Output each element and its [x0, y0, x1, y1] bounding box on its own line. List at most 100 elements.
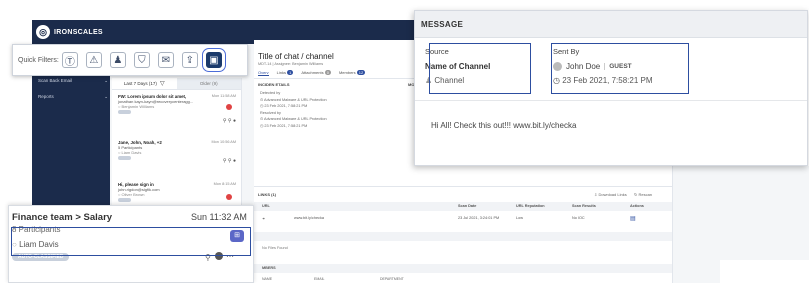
members-header: MBERS [262, 266, 276, 270]
column-header: Actions [630, 204, 644, 208]
tab-count: 0 [324, 70, 331, 75]
tab-overview[interactable]: Overv [258, 70, 269, 76]
upload-filter-button[interactable]: ⇪ [181, 52, 198, 68]
column-header: NAME [262, 277, 273, 281]
button-label: Rescan [638, 192, 653, 197]
links-header: LINKS (1) [258, 192, 276, 197]
detected-value: Advanced Malware & URL Protection [264, 97, 327, 102]
item-time: Mon 10:56 AM [211, 140, 236, 144]
item-person: Benjamin Williams [121, 104, 155, 109]
members-table-columns: NAME EMAIL DEPARTMENT [254, 277, 672, 283]
link-icon: ⚭ [262, 217, 266, 221]
item-person: Oliver Brown [121, 192, 145, 197]
message-body: Hi All! Check this out!!! www.bit.ly/che… [431, 121, 577, 130]
item-time: Mon 8:15 AM [213, 182, 236, 186]
highlight-source [429, 43, 531, 94]
tab-label: Older (9) [199, 81, 218, 86]
alert-icon [226, 194, 232, 200]
alert-icon [226, 104, 232, 110]
download-links-button[interactable]: ⇩ Download Links [594, 192, 627, 197]
members-header-bar: MBERS [254, 264, 672, 273]
links-table-header: URL Scan Date URL Reputation Scan Result… [254, 202, 672, 211]
item-person: Liam Davis [121, 150, 142, 155]
quick-filters-label: Quick Filters: [18, 56, 59, 64]
tab-label: Links [276, 70, 287, 75]
no-files-text: No Files Found [262, 246, 288, 250]
status-badge [118, 156, 131, 160]
teams-filter-button[interactable]: Ⓣ [61, 52, 78, 68]
warning-icon: ⚠ [89, 54, 99, 66]
list-item[interactable]: FW: Lorem ipsum dolor sit amet, Mon 11:5… [118, 94, 238, 138]
chevron-down-icon: ⌄ [104, 94, 108, 99]
mail-icon: ✉ [161, 54, 171, 66]
tab-count: 12 [356, 70, 366, 75]
column-header: Scan Results [572, 204, 596, 208]
sidebar-item-scan-back-email[interactable]: Scan Back Email ⌄ [38, 78, 108, 84]
filter-icon[interactable]: ▽ [160, 80, 165, 87]
status-badge [118, 110, 131, 114]
detail-tabs: Overv Links 1 Attachments 0 Members 12 [258, 70, 366, 76]
tab-label: Attachments [301, 70, 324, 75]
action-icon[interactable]: ▤ [630, 215, 636, 222]
status-badge [118, 198, 131, 202]
tab-attachments[interactable]: Attachments 0 [301, 70, 331, 76]
page-title: Title of chat / channel [258, 52, 334, 61]
shield-filter-button[interactable]: ⛉ [133, 52, 150, 68]
people-icon: ♟ [113, 54, 123, 66]
office-icon: ▣ [209, 54, 219, 66]
resolved-date: 23 Feb 2021, 7:58:21 PM [264, 123, 308, 128]
url-reputation: Low [516, 216, 523, 220]
rescan-button[interactable]: ↻ Rescan [634, 192, 652, 197]
popup-title: MESSAGE [415, 11, 807, 38]
resolved-value: Advanced Malware & URL Protection [264, 117, 327, 121]
button-label: Download Links [598, 192, 627, 197]
chat-title: Finance team > Salary [12, 212, 113, 223]
column-header: EMAIL [314, 277, 325, 281]
tab-label: Members [338, 70, 356, 75]
chevron-down-icon: ⌄ [104, 78, 108, 83]
sidebar-item-label: Reports [38, 94, 54, 99]
scan-date: 23 Jul 2021, 3:24:01 PM [458, 216, 500, 220]
table-row[interactable]: ⚭ www.bit.ly/checka 23 Jul 2021, 3:24:01… [254, 214, 672, 224]
section-incident-details: INCIDEN ETAILS [258, 82, 290, 87]
logo-text: IRONSCALES [54, 28, 103, 36]
tab-older[interactable]: Older (9) [176, 78, 241, 89]
scan-results: No IOC [572, 216, 585, 220]
mail-filter-button[interactable]: ✉ [157, 52, 174, 68]
upload-icon: ⇪ [185, 54, 195, 66]
tab-count: 1 [287, 70, 294, 75]
attachment-icon: ⚲ ⚲ ● [222, 118, 236, 124]
app-logo: ◎ IRONSCALES [32, 20, 142, 44]
tab-links[interactable]: Links 1 [277, 70, 294, 76]
attachments-table-header [254, 232, 672, 241]
tab-last-7-days[interactable]: Last 7 Days (17) ▽ [112, 78, 177, 89]
item-time: Mon 11:58 AM [211, 94, 236, 98]
people-filter-button[interactable]: ♟ [109, 52, 126, 68]
shield-check-icon: ⛉ [138, 54, 146, 66]
incident-details: Detected by ⊙ Advanced Malware & URL Pro… [260, 90, 400, 129]
chat-time: Sun 11:32 AM [191, 212, 247, 222]
sidebar-item-label: Scan Back Email [38, 78, 73, 83]
highlight-participants [11, 227, 251, 256]
column-header: DEPARTMENT [380, 277, 404, 281]
teams-icon: Ⓣ [64, 56, 75, 68]
message-popup: MESSAGE Source Name of Channel ♟ Channel… [414, 10, 808, 166]
link-url[interactable]: www.bit.ly/checka [294, 216, 324, 220]
office-filter-button[interactable]: ▣ [201, 48, 226, 72]
chat-preview-popup[interactable]: Finance team > Salary Sun 11:32 AM 8 Par… [8, 205, 254, 283]
sidebar-item-reports[interactable]: Reports ⌄ [38, 94, 108, 100]
list-tabs: Last 7 Days (17) ▽ Older (9) [112, 78, 241, 90]
ironscales-logo-icon: ◎ [36, 25, 50, 39]
divider [254, 186, 672, 187]
quick-filters-bar: Quick Filters: Ⓣ ⚠ ♟ ⛉ ✉ ⇪ ▣ [12, 44, 248, 76]
column-header: URL Reputation [516, 204, 545, 208]
tab-members[interactable]: Members 12 [338, 70, 366, 76]
list-item[interactable]: Jane, John, Noah, +2 Mon 10:56 AM 5 Part… [118, 140, 238, 180]
attachment-icon: ⚲ ⚲ ● [222, 158, 236, 164]
warning-filter-button[interactable]: ⚠ [85, 52, 102, 68]
tab-label: Last 7 Days (17) [123, 81, 157, 86]
column-header: Scan Date [458, 204, 477, 208]
highlight-sender [551, 43, 689, 94]
background-panel [720, 260, 809, 283]
column-header: URL [262, 204, 270, 208]
